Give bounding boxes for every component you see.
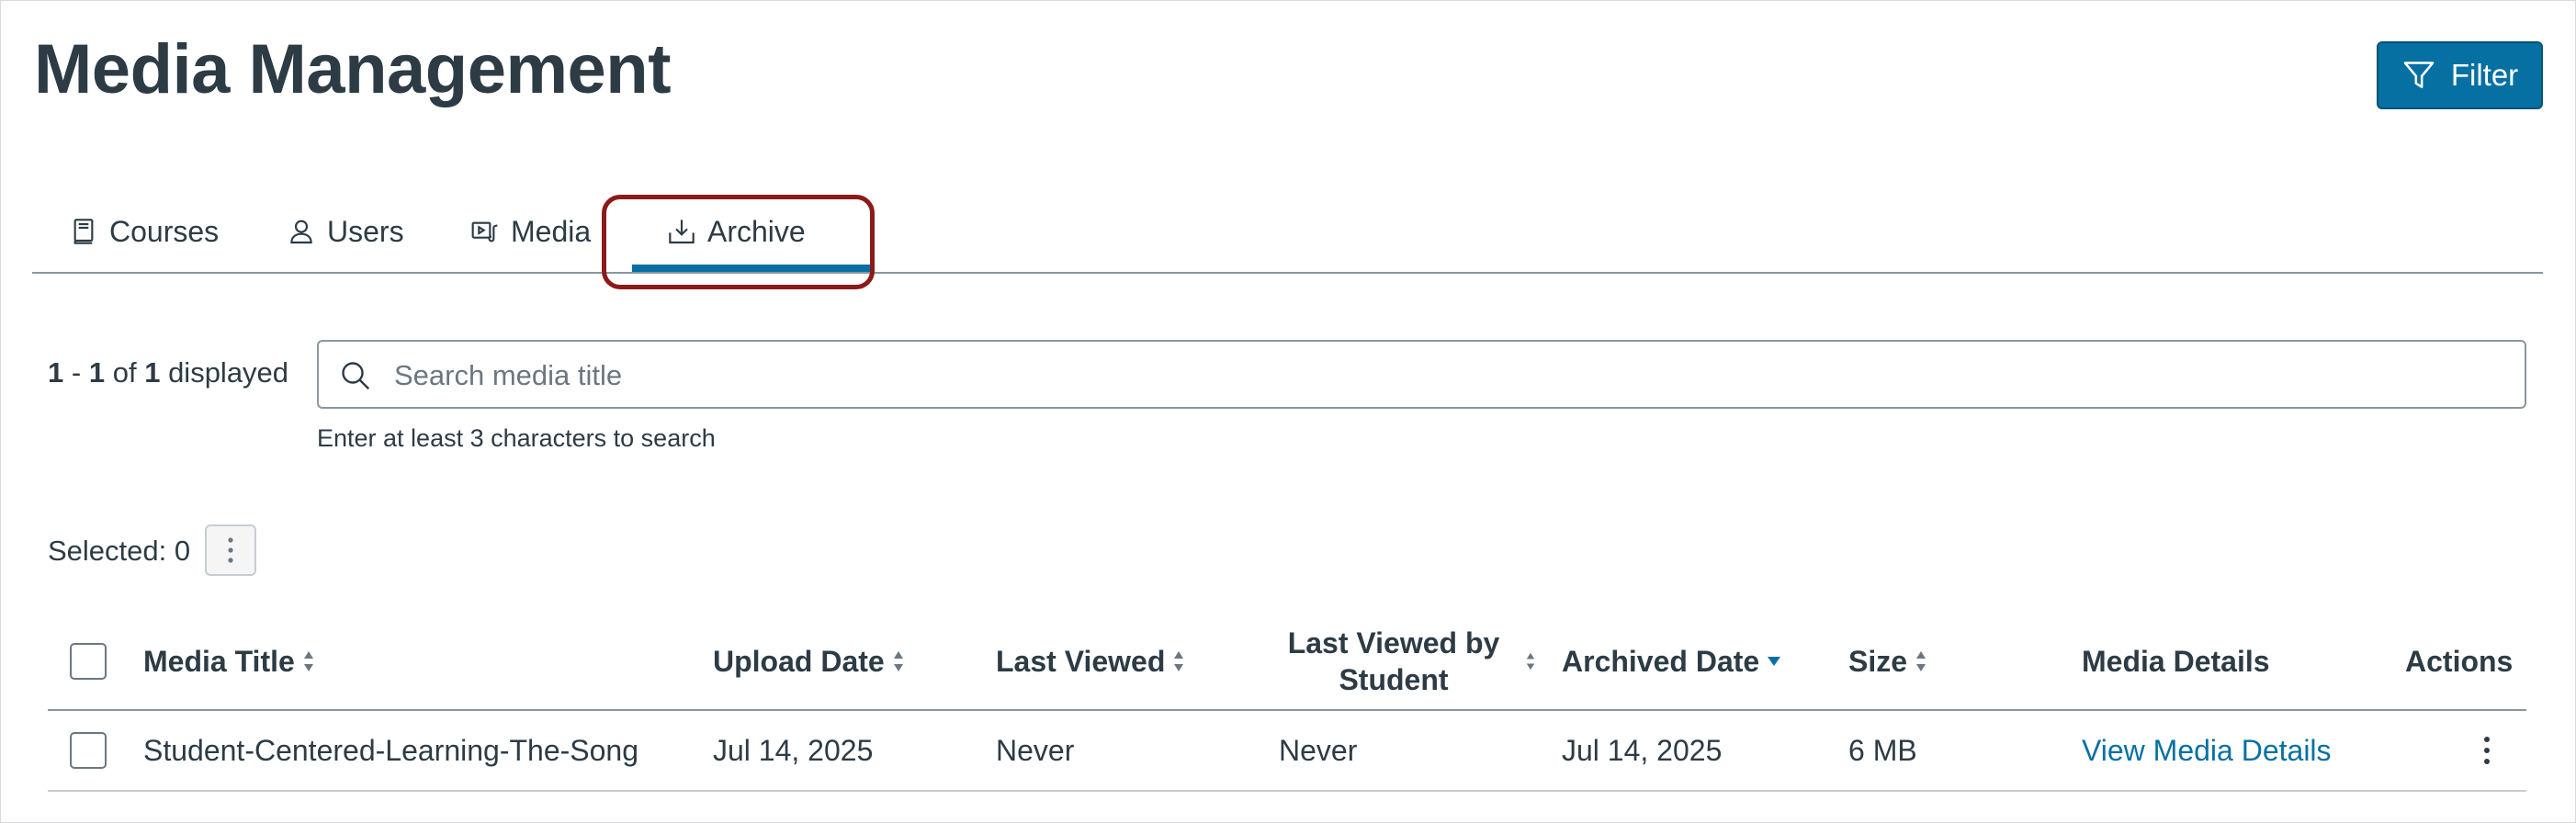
table-header: Media Title Upload Date Last Viewed Last… [48,614,2526,711]
page-title: Media Management [34,30,672,108]
tab-media[interactable]: Media [470,191,591,272]
col-media-title[interactable]: Media Title [143,614,315,709]
tab-list: Courses Users Media Archive [32,191,2543,274]
size-cell: 6 MB [1848,733,1917,767]
kebab-icon [228,537,233,563]
sort-icon [303,651,313,671]
selected-tab-indicator [632,265,875,272]
range-end: 1 [88,356,106,389]
results-count: 1 - 1 of 1 displayed [48,356,288,389]
tab-courses[interactable]: Courses [69,191,219,272]
col-last-viewed-by-student[interactable]: Last Viewed by Student [1279,614,1536,709]
upload-date-cell: Jul 14, 2025 [713,733,874,767]
user-icon [290,220,312,244]
col-size[interactable]: Size [1848,614,1927,709]
search-icon [342,362,370,390]
filter-icon [2403,62,2435,88]
last-viewed-cell: Never [996,733,1075,767]
sort-descending-icon [1768,657,1781,666]
search-field[interactable] [317,340,2526,409]
sort-icon [1916,651,1926,671]
sort-icon [1174,651,1184,671]
col-actions: Actions [2405,644,2514,678]
col-media-title-label: Media Title [143,644,295,678]
kebab-icon [2484,737,2490,764]
select-all-checkbox[interactable] [70,643,107,680]
col-last-viewed[interactable]: Last Viewed [996,614,1185,709]
search-input[interactable] [392,351,2509,400]
table-row: Student-Centered-Learning-The-Song Jul 1… [48,711,2526,792]
col-upload-date-label: Upload Date [713,644,885,678]
col-archived-date-label: Archived Date [1562,644,1760,678]
col-media-details: Media Details [2082,644,2270,678]
archive-download-icon [669,220,695,244]
book-icon [73,219,94,244]
range-start: 1 [48,356,64,389]
bulk-actions-button[interactable] [205,524,256,576]
selected-count: Selected: 0 [48,535,191,567]
archived-date-cell: Jul 14, 2025 [1562,733,1723,767]
tab-media-label: Media [511,214,592,248]
total-count: 1 [144,356,161,389]
media-title-cell: Student-Centered-Learning-The-Song [143,733,638,767]
filter-button[interactable]: Filter [2377,41,2543,109]
view-media-details-link[interactable]: View Media Details [2082,711,2332,790]
col-archived-date[interactable]: Archived Date [1562,614,1781,709]
filter-button-label: Filter [2450,58,2519,92]
tab-archive-label: Archive [707,214,806,248]
last-viewed-by-student-cell: Never [1279,733,1358,767]
tab-users-label: Users [327,214,404,248]
row-checkbox[interactable] [70,732,107,769]
tab-users[interactable]: Users [287,191,404,272]
sort-icon [893,651,903,671]
media-icon [471,221,498,242]
displayed-word: displayed [168,356,289,389]
tab-courses-label: Courses [109,214,220,248]
of-word: of [112,356,137,389]
tab-archive[interactable]: Archive [667,191,806,272]
range-separator: - [71,356,82,389]
col-last-viewed-by-student-label: Last Viewed by Student [1287,626,1500,696]
col-upload-date[interactable]: Upload Date [713,614,905,709]
col-size-label: Size [1848,644,1908,678]
row-actions-button[interactable] [2473,711,2501,790]
search-hint: Enter at least 3 characters to search [317,424,716,452]
sort-icon [1526,652,1535,671]
col-last-viewed-label: Last Viewed [996,644,1166,678]
